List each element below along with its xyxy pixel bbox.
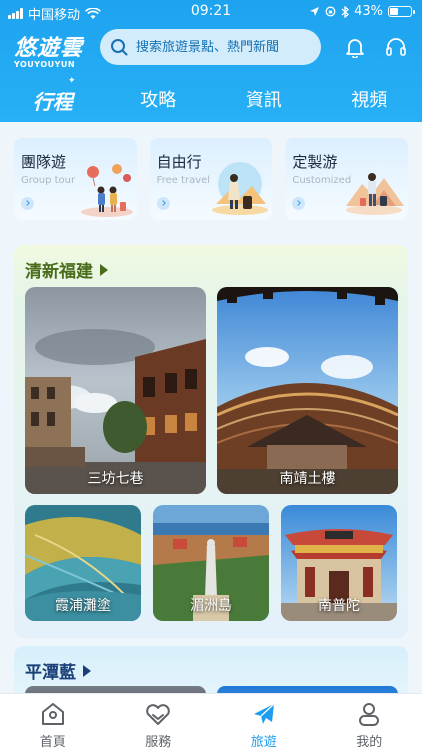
tab-service-label: 服務: [145, 735, 172, 750]
sanfang-photo: [25, 287, 206, 494]
app-name: 悠遊雲: [14, 36, 84, 61]
airplane-icon: [253, 703, 275, 724]
tab-info-label: 資訊: [245, 90, 282, 111]
free-travel-illustration: [212, 162, 269, 215]
battery-percent: 43%: [354, 4, 383, 19]
category-subtitle: Group tour: [21, 175, 76, 186]
app-subname: YOUYOUYUN: [14, 60, 76, 69]
user-icon: [359, 703, 380, 726]
bottom-tab-bar: 首頁 服務 旅遊 我的: [0, 693, 422, 750]
chevron-right-icon: [21, 197, 34, 210]
battery-icon: [388, 6, 415, 17]
category-title: 定製游: [292, 153, 338, 171]
section-title-pingtan[interactable]: 平潭藍: [25, 658, 91, 683]
tab-travel-label: 旅遊: [250, 735, 277, 750]
section-fujian: 清新福建 三坊七巷 南靖土樓 霞浦灘塗 湄洲島 南普陀: [14, 245, 408, 638]
section-title-text: 平潭藍: [25, 663, 76, 683]
tab-me[interactable]: 我的: [317, 694, 422, 750]
tab-me-label: 我的: [356, 735, 383, 750]
place-label: 湄洲島: [190, 598, 232, 614]
tab-info[interactable]: 資訊: [211, 82, 317, 118]
home-icon: [41, 703, 64, 725]
triangle-right-icon: [100, 263, 108, 276]
chevron-right-icon: [156, 197, 170, 210]
status-right: 43%: [309, 4, 415, 19]
status-bar: 中国移动 09:21 43%: [0, 0, 422, 24]
category-free-travel[interactable]: 自由行 Free travel: [149, 138, 273, 220]
headset-icon[interactable]: [385, 36, 407, 58]
place-card-xiapu[interactable]: 霞浦灘塗: [25, 505, 141, 621]
tab-videos-label: 視頻: [351, 90, 388, 111]
place-label: 霞浦灘塗: [55, 598, 111, 614]
place-card-nanjing-tulou[interactable]: 南靖土樓: [217, 287, 398, 494]
place-card-nanputuo[interactable]: 南普陀: [281, 505, 397, 621]
category-title: 自由行: [156, 153, 202, 171]
tulou-photo: [217, 287, 398, 494]
section-title-text: 清新福建: [25, 262, 93, 282]
category-title: 團隊遊: [21, 153, 67, 171]
category-customized[interactable]: 定製游 Customized: [285, 138, 409, 220]
search-icon: [111, 39, 128, 56]
search-bar[interactable]: [100, 29, 321, 65]
location-icon: [310, 7, 320, 16]
place-card-meizhou[interactable]: 湄洲島: [153, 505, 269, 621]
tab-videos[interactable]: 視頻: [317, 82, 422, 118]
tab-travel[interactable]: 旅遊: [211, 694, 317, 750]
place-label: 三坊七巷: [87, 471, 144, 487]
battery-fill: [390, 8, 399, 15]
category-group-tour[interactable]: 團隊遊 Group tour: [14, 138, 137, 220]
triangle-right-icon: [83, 664, 91, 677]
tab-service[interactable]: 服務: [106, 694, 212, 750]
search-input[interactable]: [136, 39, 316, 55]
category-cards: 團隊遊 Group tour 自由行 Free travel 定製游 Custo: [14, 138, 409, 220]
tab-home[interactable]: 首頁: [0, 694, 106, 750]
chevron-right-icon: [292, 197, 306, 210]
heart-hands-icon: [146, 704, 171, 725]
tab-itinerary[interactable]: 行程 ✦: [0, 76, 106, 118]
bluetooth-icon: [341, 5, 350, 18]
tab-itinerary-label: 行程: [32, 90, 73, 114]
group-tour-illustration: [80, 164, 133, 217]
place-label: 南普陀: [318, 598, 360, 614]
customized-illustration: [346, 173, 405, 215]
top-nav: 行程 ✦ 攻略 資訊 視頻: [0, 76, 422, 118]
sparkle-icon: ✦: [68, 76, 76, 86]
category-subtitle: Free travel: [156, 175, 211, 186]
app-header: 中国移动 09:21 43% 悠遊雲 YOUYOUYUN 行程 ✦ 攻略 資訊 視…: [0, 0, 422, 122]
tab-guides-label: 攻略: [140, 90, 177, 111]
section-title-fujian[interactable]: 清新福建: [25, 257, 108, 282]
tab-guides[interactable]: 攻略: [106, 82, 212, 118]
bell-icon[interactable]: [344, 36, 366, 58]
tab-home-label: 首頁: [39, 735, 66, 750]
rotation-lock-icon: [325, 6, 336, 17]
place-label: 南靖土樓: [279, 471, 336, 487]
place-card-sanfang[interactable]: 三坊七巷: [25, 287, 206, 494]
app-logo: 悠遊雲 YOUYOUYUN: [14, 30, 83, 69]
